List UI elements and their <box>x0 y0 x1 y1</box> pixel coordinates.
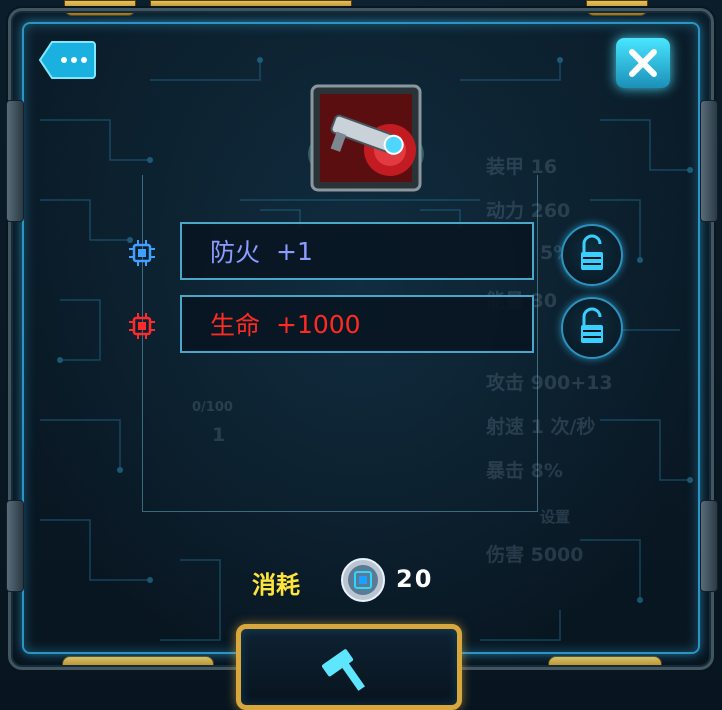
cost-label: 消耗 <box>252 571 300 599</box>
unlocked-padlock-icon <box>581 307 603 343</box>
chat-bubble-icon <box>38 41 96 79</box>
attribute-name: 生命 <box>210 311 261 340</box>
frame-side-clip-right-lower <box>700 500 718 592</box>
attribute-value: +1 <box>276 236 313 266</box>
forge-button[interactable] <box>236 624 462 710</box>
red-chip-icon <box>129 313 155 339</box>
lock-toggle-button[interactable] <box>561 297 623 359</box>
ghost-stat-damage: 伤害 5000 <box>486 544 584 566</box>
attribute-name: 防火 <box>210 238 261 267</box>
ghost-settings: 设置 <box>540 508 571 526</box>
unlocked-padlock-icon <box>581 234 603 270</box>
chip-coin-icon <box>341 558 385 602</box>
frame-side-clip-left <box>6 100 24 222</box>
attribute-row-life: 生命 +1000 <box>180 295 534 353</box>
frame-side-clip-right <box>700 100 718 222</box>
close-button[interactable] <box>616 38 670 88</box>
close-x-icon <box>629 49 657 77</box>
lock-toggle-button[interactable] <box>561 224 623 286</box>
cost-amount: 20 <box>396 565 434 593</box>
blue-chip-icon <box>129 240 155 266</box>
hammer-icon <box>322 649 365 691</box>
frame-side-clip-left-lower <box>6 500 24 592</box>
chat-button[interactable] <box>38 40 96 80</box>
attribute-row-fire: 防火 +1 <box>180 222 534 280</box>
attribute-value: +1000 <box>276 309 361 339</box>
